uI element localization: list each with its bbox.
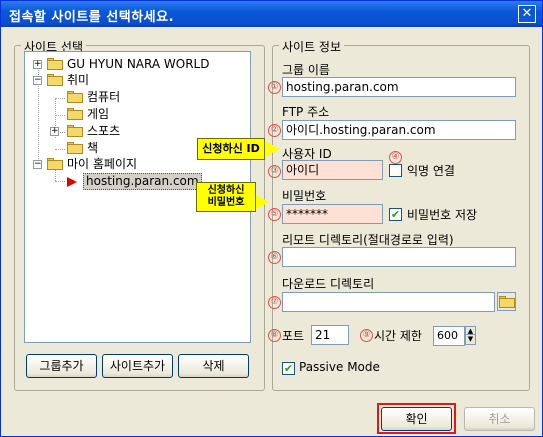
timeout-spinner[interactable]: ▲ ▼ [465, 326, 476, 345]
callout-password-tail [256, 195, 269, 209]
user-id-input[interactable]: 아이디 [282, 160, 383, 180]
folder-icon [67, 108, 83, 120]
marker-8: ⑧ [268, 329, 281, 342]
delete-button[interactable]: 삭제 [178, 354, 249, 378]
collapse-icon[interactable]: − [33, 160, 42, 169]
ftp-address-input[interactable]: 아이디.hosting.paran.com [282, 120, 516, 140]
expand-icon[interactable]: + [50, 127, 59, 136]
add-group-button[interactable]: 그룹추가 [26, 354, 97, 378]
tree-item-label: 게임 [87, 107, 110, 121]
site-select-dialog: 접속할 사이트를 선택하세요. ✕ 사이트 선택 + GU HYUN NARA … [0, 0, 543, 437]
spin-down-icon[interactable]: ▼ [466, 335, 475, 343]
folder-icon [67, 125, 83, 137]
marker-2: ② [268, 124, 281, 137]
group-name-label: 그룹 이름 [282, 63, 330, 77]
folder-icon [47, 58, 63, 70]
anonymous-checkbox[interactable] [389, 164, 402, 177]
callout-password-line1: 신청하신 [207, 185, 245, 196]
folder-open-icon [499, 296, 515, 308]
marker-5: ⑤ [268, 208, 281, 221]
remote-directory-input[interactable] [282, 247, 516, 267]
folder-open-icon [47, 74, 63, 86]
save-password-label: 비밀번호 저장 [407, 208, 478, 222]
folder-open-icon [47, 158, 63, 170]
cancel-button[interactable]: 취소 [464, 407, 535, 431]
remote-directory-label: 리모트 디렉토리(절대경로로 입력) [282, 233, 454, 247]
port-input[interactable]: 21 [311, 325, 349, 345]
add-site-button[interactable]: 사이트추가 [102, 354, 173, 378]
tree-item-label: 취미 [67, 73, 90, 87]
ok-button-highlight [377, 403, 456, 434]
marker-3: ③ [268, 165, 281, 178]
site-info-group-label: 사이트 정보 [279, 38, 345, 55]
password-label: 비밀번호 [282, 189, 327, 203]
callout-user-id: 신청하신 ID [197, 138, 265, 160]
marker-9: ⑨ [360, 329, 373, 342]
anonymous-label: 익명 연결 [407, 164, 455, 178]
site-arrow-icon [67, 177, 77, 187]
marker-1: ① [268, 81, 281, 94]
download-directory-input[interactable] [282, 292, 495, 312]
group-name-input[interactable]: hosting.paran.com [282, 77, 516, 97]
marker-6: ⑥ [268, 251, 281, 264]
folder-icon [67, 142, 83, 154]
callout-user-id-tail [265, 141, 280, 157]
dialog-footer [2, 399, 541, 436]
marker-4: ④ [389, 151, 402, 164]
download-directory-label: 다운로드 디렉토리 [282, 277, 375, 291]
ftp-address-label: FTP 주소 [282, 105, 330, 119]
callout-password-line2: 비밀번호 [207, 197, 245, 208]
expand-icon[interactable]: + [33, 60, 42, 69]
password-input[interactable]: ******* [282, 204, 383, 224]
folder-icon [67, 91, 83, 103]
callout-password: 신청하신 비밀번호 [196, 182, 256, 212]
browse-folder-button[interactable] [497, 292, 516, 311]
tree-item-label: 책 [87, 141, 99, 155]
timeout-label: 시간 제한 [374, 329, 422, 343]
collapse-icon[interactable]: − [33, 76, 42, 85]
window-title: 접속할 사이트를 선택하세요. [9, 10, 175, 25]
tree-item-label: 마이 홈페이지 [67, 157, 138, 171]
timeout-input[interactable]: 600 [433, 326, 465, 346]
tree-item-label: 컴퓨터 [87, 90, 121, 104]
tree-item-label: GU HYUN NARA WORLD [67, 57, 210, 71]
close-icon: ✕ [521, 6, 533, 21]
passive-mode-checkbox[interactable]: ✔ [282, 362, 295, 375]
title-bar[interactable]: 접속할 사이트를 선택하세요. ✕ [1, 1, 542, 27]
marker-7: ⑦ [268, 296, 281, 309]
tree-item-label: hosting.paran.com [83, 173, 202, 190]
tree-item-label: 스포츠 [87, 124, 121, 138]
passive-mode-label: Passive Mode [299, 360, 380, 374]
close-button[interactable]: ✕ [518, 5, 536, 23]
spin-up-icon[interactable]: ▲ [466, 327, 475, 335]
save-password-checkbox[interactable]: ✔ [389, 208, 402, 221]
port-label: 포트 [282, 329, 305, 343]
